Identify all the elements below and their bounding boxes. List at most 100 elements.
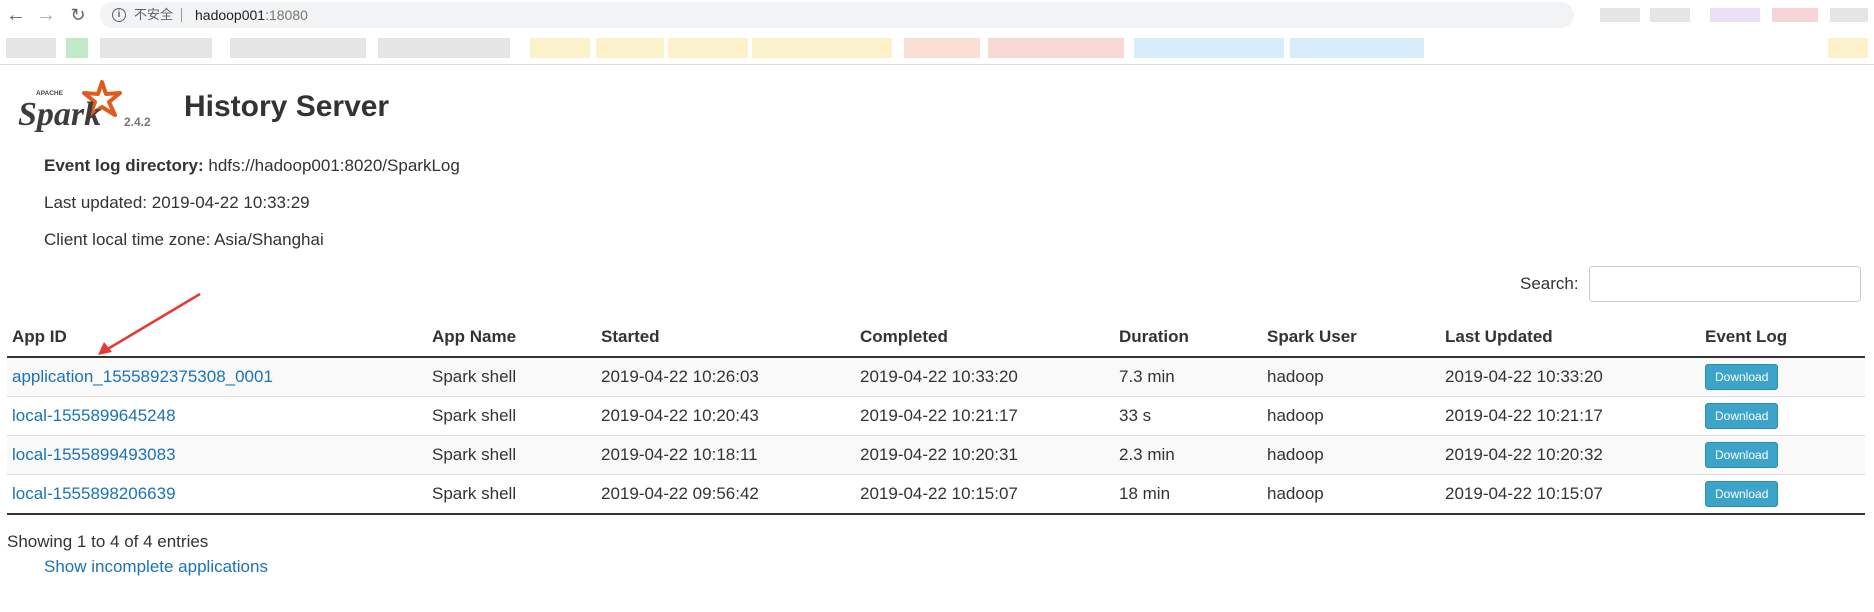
blurred-bookmark[interactable] <box>530 38 590 58</box>
url-separator <box>181 8 182 22</box>
column-header-last-updated[interactable]: Last Updated <box>1440 314 1700 358</box>
entries-info: Showing 1 to 4 of 4 entries <box>7 532 209 551</box>
browser-chrome: ← → ↻ i 不安全 hadoop001:18080 <box>0 0 1874 65</box>
search-label: Search: <box>1520 274 1579 293</box>
blurred-bookmark[interactable] <box>988 38 1124 58</box>
last-updated-cell: 2019-04-22 10:33:20 <box>1440 356 1700 397</box>
blurred-bookmark[interactable] <box>230 38 366 58</box>
app-name-cell: Spark shell <box>427 396 596 436</box>
table-header-row: App ID App Name Started Completed Durati… <box>7 314 1865 358</box>
table-row: application_1555892375308_0001 Spark she… <box>7 356 1865 397</box>
blurred-bookmark[interactable] <box>6 38 56 58</box>
started-cell: 2019-04-22 10:26:03 <box>596 356 855 397</box>
page-title: History Server <box>184 90 390 123</box>
logo-spark-text: Spark <box>18 96 101 133</box>
spark-version: 2.4.2 <box>124 115 151 129</box>
table-row: local-1555898206639 Spark shell 2019-04-… <box>7 474 1865 515</box>
app-id-cell: local-1555899493083 <box>7 435 427 475</box>
column-header-app-id[interactable]: App ID <box>7 314 427 358</box>
app-name-cell: Spark shell <box>427 356 596 397</box>
table-row: local-1555899493083 Spark shell 2019-04-… <box>7 435 1865 475</box>
blurred-extension[interactable] <box>1830 8 1868 22</box>
app-id-link[interactable]: application_1555892375308_0001 <box>12 367 273 386</box>
column-header-started[interactable]: Started <box>596 314 855 358</box>
duration-cell: 7.3 min <box>1114 356 1262 397</box>
spark-user-cell: hadoop <box>1262 396 1440 436</box>
blurred-bookmark[interactable] <box>100 38 212 58</box>
app-id-link[interactable]: local-1555898206639 <box>12 484 176 503</box>
blurred-bookmark[interactable] <box>596 38 664 58</box>
forward-arrow-icon[interactable]: → <box>34 2 58 28</box>
started-cell: 2019-04-22 09:56:42 <box>596 474 855 515</box>
url-port: :18080 <box>265 7 308 23</box>
last-updated-cell: 2019-04-22 10:21:17 <box>1440 396 1700 436</box>
blurred-extension[interactable] <box>1710 8 1760 22</box>
blurred-bookmark[interactable] <box>904 38 980 58</box>
completed-cell: 2019-04-22 10:15:07 <box>855 474 1114 515</box>
completed-cell: 2019-04-22 10:20:31 <box>855 435 1114 475</box>
last-updated-info: Last updated: 2019-04-22 10:33:29 <box>44 193 310 212</box>
event-log-cell: Download <box>1700 396 1865 436</box>
show-incomplete-link[interactable]: Show incomplete applications <box>44 557 268 577</box>
blurred-bookmark[interactable] <box>1290 38 1424 58</box>
download-button[interactable]: Download <box>1705 403 1779 429</box>
table-row: local-1555899645248 Spark shell 2019-04-… <box>7 396 1865 436</box>
applications-table: App ID App Name Started Completed Durati… <box>7 314 1865 515</box>
url-host: hadoop001 <box>195 7 266 23</box>
column-header-app-name[interactable]: App Name <box>427 314 596 358</box>
event-log-value: hdfs://hadoop001:8020/SparkLog <box>208 156 460 175</box>
download-button[interactable]: Download <box>1705 481 1779 507</box>
blurred-extension[interactable] <box>1650 8 1690 22</box>
app-id-cell: application_1555892375308_0001 <box>7 356 427 397</box>
column-header-event-log[interactable]: Event Log <box>1700 314 1865 358</box>
app-name-cell: Spark shell <box>427 435 596 475</box>
app-id-link[interactable]: local-1555899493083 <box>12 445 176 464</box>
blurred-extension[interactable] <box>1600 8 1640 22</box>
spark-logo[interactable]: APACHE Spark <box>16 80 122 136</box>
column-header-completed[interactable]: Completed <box>855 314 1114 358</box>
spark-user-cell: hadoop <box>1262 435 1440 475</box>
event-log-cell: Download <box>1700 356 1865 397</box>
started-cell: 2019-04-22 10:18:11 <box>596 435 855 475</box>
url-text: hadoop001:18080 <box>195 2 308 28</box>
info-icon[interactable]: i <box>112 8 126 22</box>
spark-user-cell: hadoop <box>1262 474 1440 515</box>
started-cell: 2019-04-22 10:20:43 <box>596 396 855 436</box>
event-log-label: Event log directory: <box>44 156 204 175</box>
completed-cell: 2019-04-22 10:33:20 <box>855 356 1114 397</box>
search-input[interactable] <box>1589 266 1861 302</box>
blurred-bookmark[interactable] <box>668 38 748 58</box>
blurred-bookmark[interactable] <box>1134 38 1284 58</box>
column-header-duration[interactable]: Duration <box>1114 314 1262 358</box>
arrow-shaft <box>105 292 201 352</box>
app-name-cell: Spark shell <box>427 474 596 515</box>
blurred-extension[interactable] <box>1772 8 1818 22</box>
app-id-cell: local-1555899645248 <box>7 396 427 436</box>
insecure-label: 不安全 <box>134 7 174 22</box>
app-id-link[interactable]: local-1555899645248 <box>12 406 176 425</box>
annotation-arrow <box>98 292 201 355</box>
download-button[interactable]: Download <box>1705 364 1779 390</box>
last-updated-cell: 2019-04-22 10:15:07 <box>1440 474 1700 515</box>
app-id-cell: local-1555898206639 <box>7 474 427 515</box>
event-log-directory: Event log directory: hdfs://hadoop001:80… <box>44 156 460 176</box>
last-updated-cell: 2019-04-22 10:20:32 <box>1440 435 1700 475</box>
bookmarks-bar <box>0 34 1874 60</box>
event-log-cell: Download <box>1700 474 1865 515</box>
column-header-spark-user[interactable]: Spark User <box>1262 314 1440 358</box>
duration-cell: 2.3 min <box>1114 435 1262 475</box>
blurred-bookmark[interactable] <box>1828 38 1868 58</box>
event-log-cell: Download <box>1700 435 1865 475</box>
spark-user-cell: hadoop <box>1262 356 1440 397</box>
blurred-bookmark[interactable] <box>752 38 892 58</box>
download-button[interactable]: Download <box>1705 442 1779 468</box>
blurred-bookmark[interactable] <box>378 38 510 58</box>
back-arrow-icon[interactable]: ← <box>4 2 28 28</box>
duration-cell: 33 s <box>1114 396 1262 436</box>
duration-cell: 18 min <box>1114 474 1262 515</box>
blurred-bookmark[interactable] <box>66 38 88 58</box>
reload-icon[interactable]: ↻ <box>66 2 90 28</box>
address-bar[interactable]: i 不安全 hadoop001:18080 <box>100 2 1574 28</box>
client-timezone-info: Client local time zone: Asia/Shanghai <box>44 230 324 249</box>
completed-cell: 2019-04-22 10:21:17 <box>855 396 1114 436</box>
